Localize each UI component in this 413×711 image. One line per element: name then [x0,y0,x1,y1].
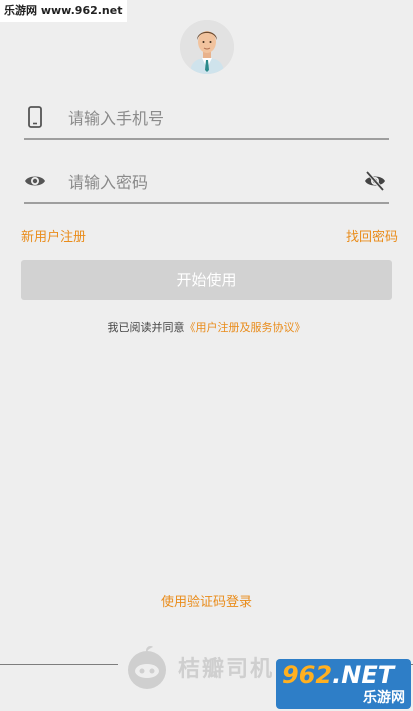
password-field [24,162,389,204]
watermark-sub: 乐游网 [363,690,405,706]
register-link[interactable]: 新用户注册 [21,226,86,245]
password-input[interactable] [66,166,350,198]
orange-logo-icon [128,646,166,689]
agreement-text: 我已阅读并同意《用户注册及服务协议》 [0,319,413,335]
code-login-link[interactable]: 使用验证码登录 [0,591,413,610]
find-password-link[interactable]: 找回密码 [346,226,398,245]
phone-icon [24,106,46,128]
start-button[interactable]: 开始使用 [21,260,392,300]
phone-field [24,98,389,140]
brand-logo: 桔瓣司机 [124,644,274,690]
agreement-link[interactable]: 《用户注册及服务协议》 [185,321,306,334]
brand-name: 桔瓣司机 [178,657,275,682]
watermark-bottom: 962.NET 乐游网 [276,659,411,709]
eye-icon [24,170,46,192]
avatar-person-icon [180,20,234,74]
agreement-prefix: 我已阅读并同意 [107,321,185,334]
watermark-top: 乐游网 www.962.net [0,0,128,22]
phone-input[interactable] [66,102,350,134]
watermark-main: 962.NET [282,661,395,689]
avatar[interactable] [180,20,234,74]
eye-off-icon[interactable] [363,170,387,192]
divider-left [0,664,118,665]
